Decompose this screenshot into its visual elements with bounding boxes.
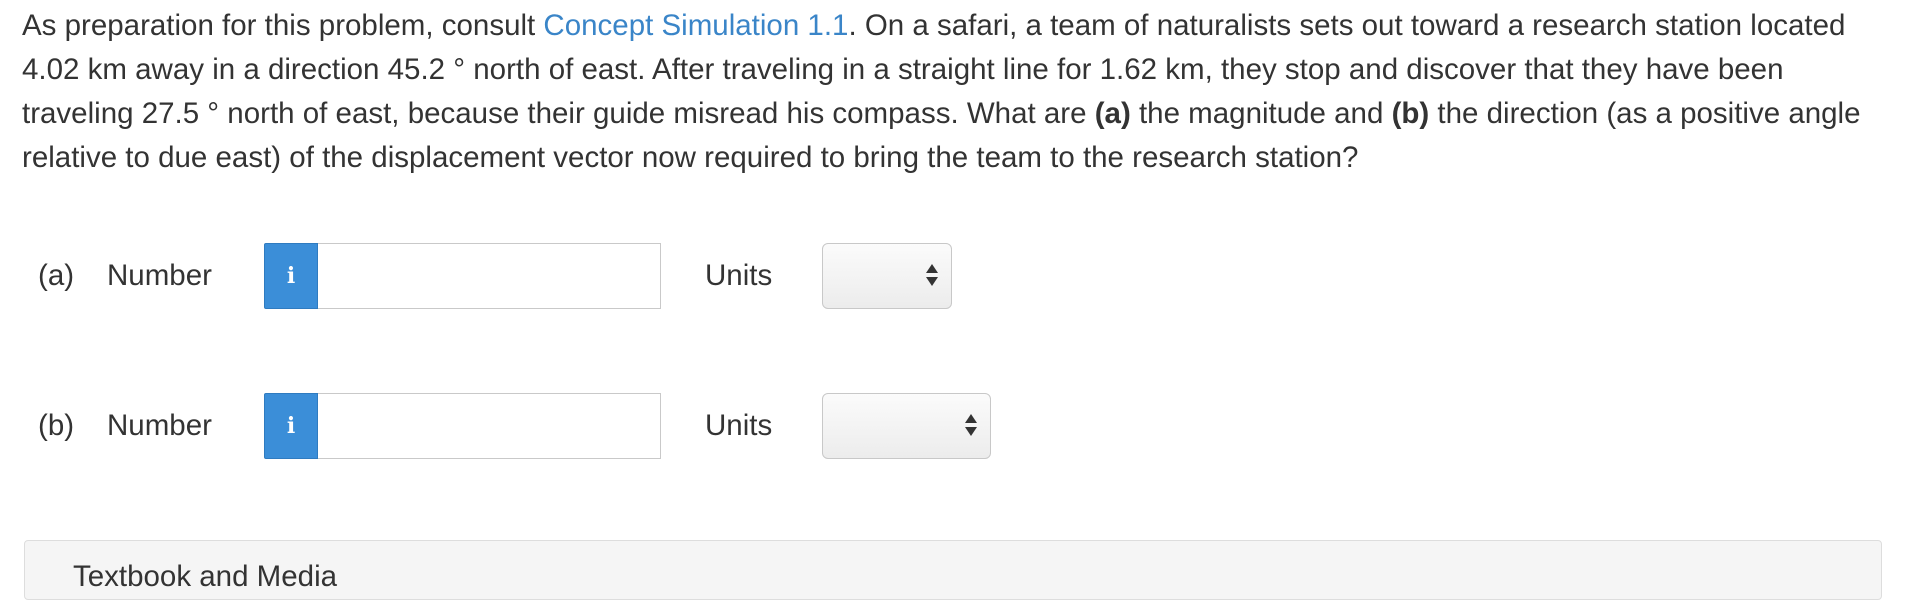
answer-row-a: (a) Number i Units	[0, 243, 1100, 309]
question-body-2: the magnitude and	[1130, 97, 1392, 130]
units-label: Units	[705, 409, 773, 442]
number-label: Number	[107, 409, 212, 442]
select-arrows-icon	[926, 264, 938, 290]
number-input-a[interactable]	[318, 243, 661, 309]
media-panel-title: Textbook and Media	[73, 560, 338, 593]
number-label: Number	[107, 259, 212, 292]
info-icon[interactable]: i	[264, 243, 318, 309]
units-select-a[interactable]	[822, 243, 952, 309]
question-text: As preparation for this problem, consult…	[22, 4, 1902, 180]
part-label: (b)	[38, 409, 75, 442]
textbook-media-panel[interactable]: Textbook and Media	[24, 540, 1882, 600]
units-select-b[interactable]	[822, 393, 991, 459]
select-arrows-icon	[965, 414, 977, 440]
units-label: Units	[705, 259, 773, 292]
question-intro: As preparation for this problem, consult	[22, 9, 544, 42]
part-label: (a)	[38, 259, 75, 292]
part-b-marker: (b)	[1391, 97, 1430, 130]
number-input-b[interactable]	[318, 393, 661, 459]
part-a-marker: (a)	[1094, 97, 1131, 130]
answer-row-b: (b) Number i Units	[0, 393, 1100, 459]
concept-simulation-link[interactable]: Concept Simulation 1.1	[543, 9, 848, 42]
info-icon[interactable]: i	[264, 393, 318, 459]
